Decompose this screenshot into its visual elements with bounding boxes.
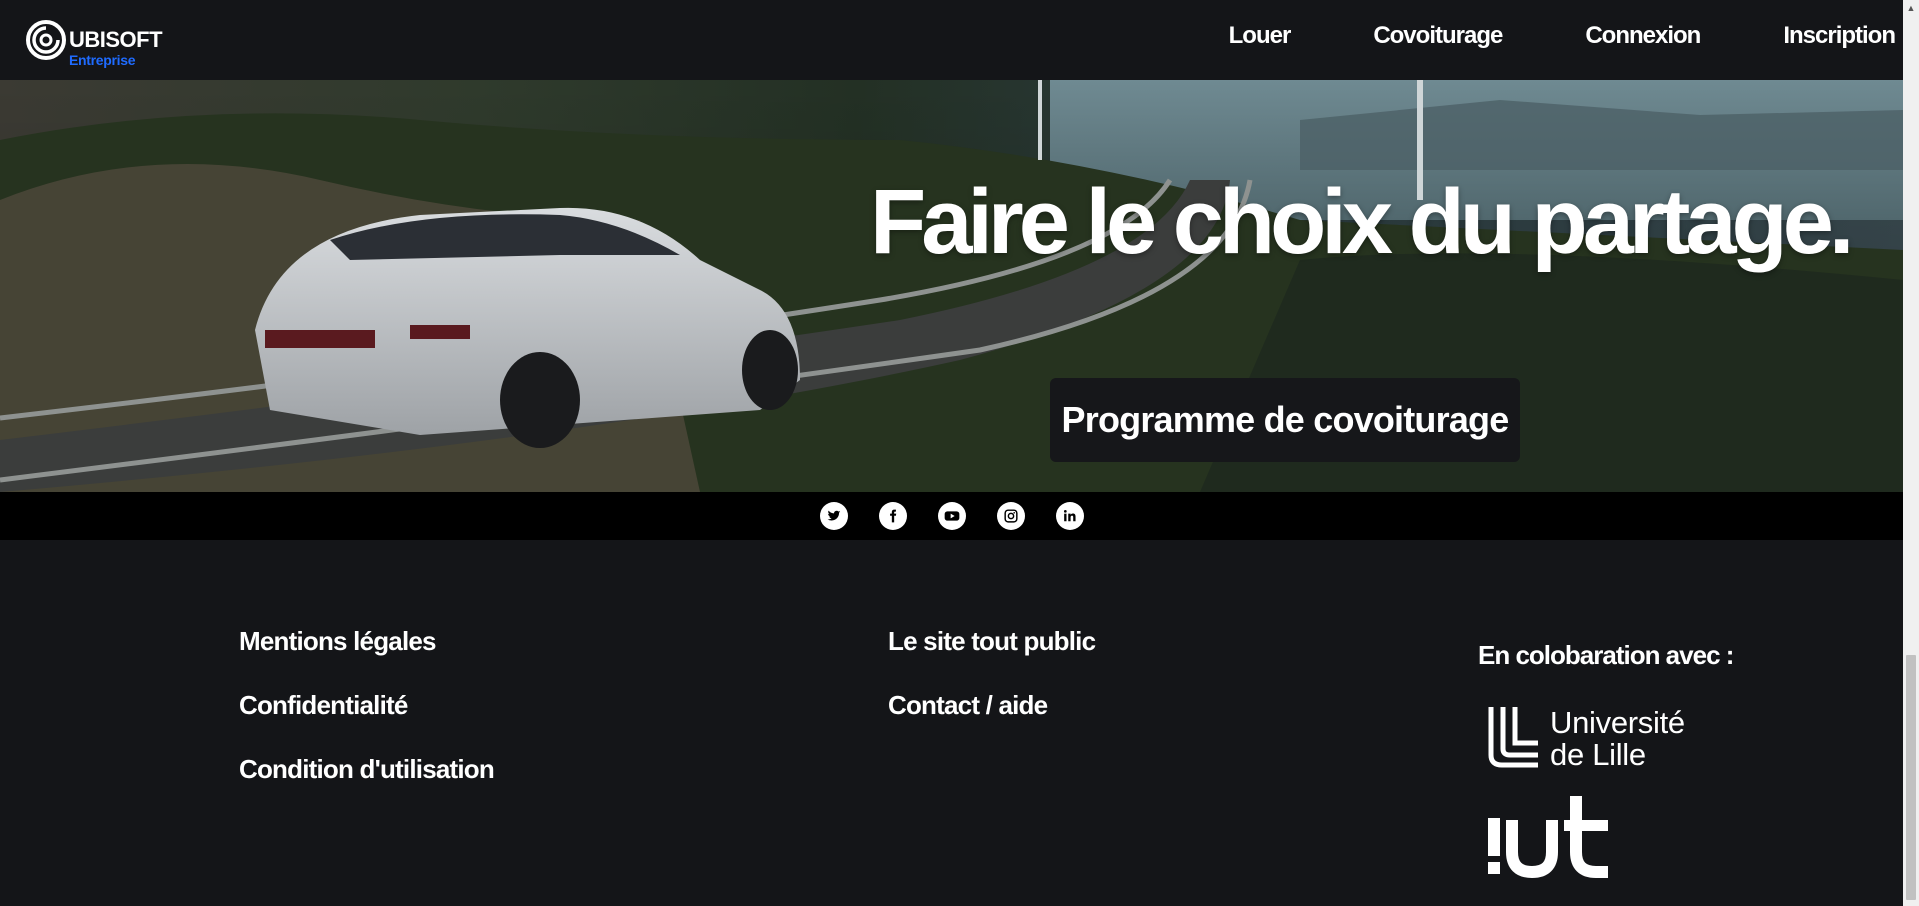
instagram-icon[interactable] <box>996 502 1025 530</box>
universite-lille-mark-icon <box>1488 707 1538 768</box>
footer: Mentions légales Confidentialité Conditi… <box>0 540 1903 906</box>
footer-link-conditions[interactable]: Condition d'utilisation <box>239 754 495 785</box>
hero-title: Faire le choix du partage. <box>870 171 1854 273</box>
ubisoft-swirl-icon <box>26 20 66 60</box>
brand-subtitle: Entreprise <box>69 52 136 68</box>
nav-louer[interactable]: Louer <box>1229 22 1292 50</box>
iut-logo[interactable] <box>1484 790 1624 880</box>
collaboration-title: En colobaration avec : <box>1478 640 1734 670</box>
facebook-icon[interactable] <box>878 502 907 530</box>
youtube-icon[interactable] <box>937 502 966 530</box>
partner1-line1: Université <box>1550 705 1685 740</box>
top-navbar: UBISOFT Entreprise Louer Covoiturage Con… <box>0 0 1903 80</box>
page-scrollbar[interactable]: ▲ <box>1903 0 1919 906</box>
linkedin-icon[interactable] <box>1055 502 1084 530</box>
scroll-thumb[interactable] <box>1906 655 1916 900</box>
universite-de-lille-logo[interactable]: Université de Lille <box>1486 705 1726 775</box>
footer-link-confidentialite[interactable]: Confidentialité <box>239 690 408 721</box>
scroll-up-arrow-icon[interactable]: ▲ <box>1903 0 1919 16</box>
footer-link-contact[interactable]: Contact / aide <box>888 690 1048 721</box>
twitter-icon[interactable] <box>819 502 848 530</box>
footer-link-mentions-legales[interactable]: Mentions légales <box>239 626 437 657</box>
ubisoft-logo[interactable]: UBISOFT Entreprise <box>26 18 166 70</box>
iut-wordmark <box>1488 796 1608 879</box>
footer-link-site-public[interactable]: Le site tout public <box>888 626 1096 657</box>
partner1-line2: de Lille <box>1550 737 1646 772</box>
social-bar <box>0 492 1903 540</box>
nav-covoiturage[interactable]: Covoiturage <box>1373 22 1503 50</box>
hero-banner: Faire le choix du partage. Programme de … <box>0 80 1903 492</box>
main-nav: Louer Covoiturage Connexion Inscription <box>1146 0 1896 72</box>
carpool-program-button[interactable]: Programme de covoiturage <box>1050 378 1520 462</box>
brand-name: UBISOFT <box>69 27 163 52</box>
nav-inscription[interactable]: Inscription <box>1783 22 1896 50</box>
nav-connexion[interactable]: Connexion <box>1585 22 1701 50</box>
hero-background-image <box>0 80 1903 492</box>
